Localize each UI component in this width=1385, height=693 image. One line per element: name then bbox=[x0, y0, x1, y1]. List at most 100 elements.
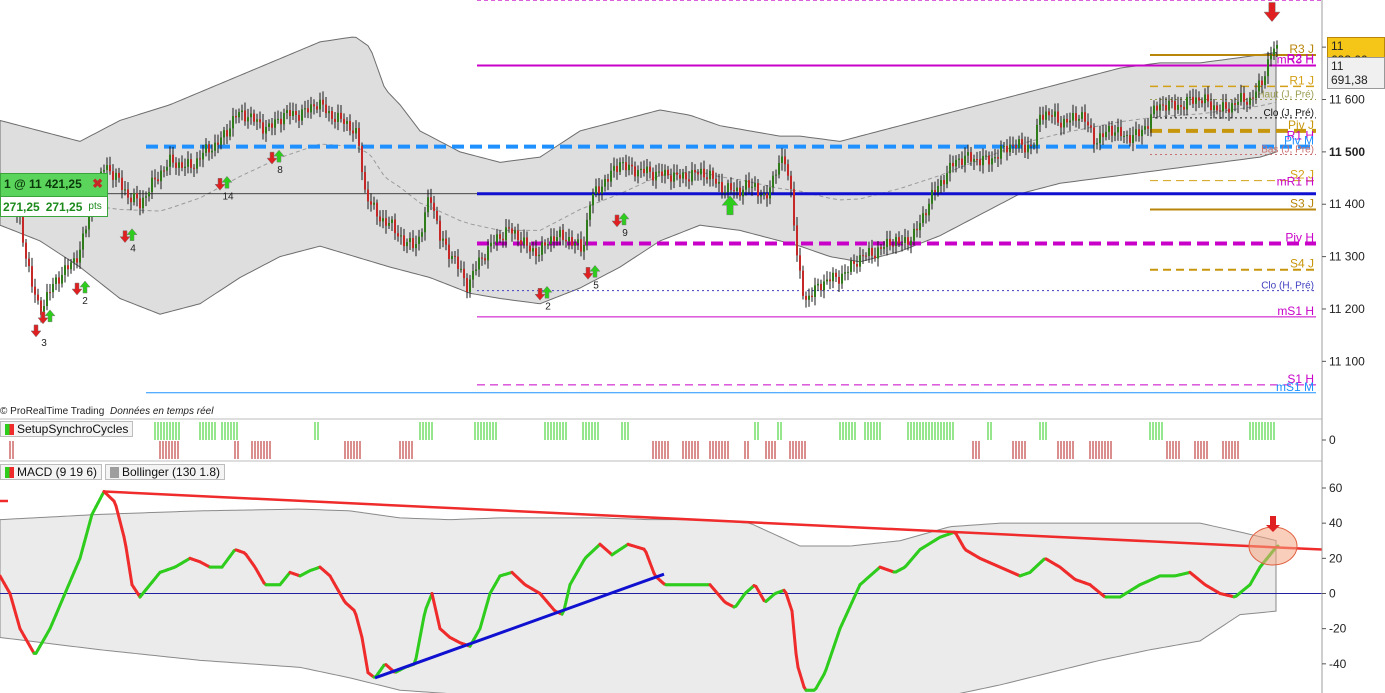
candle-down bbox=[820, 283, 822, 291]
level-label: mR1 H bbox=[1277, 174, 1314, 188]
candle-up bbox=[985, 155, 987, 157]
candle-up bbox=[103, 169, 105, 172]
candle-up bbox=[250, 113, 252, 118]
candle-up bbox=[781, 156, 783, 163]
candle-up bbox=[964, 155, 966, 165]
candle-up bbox=[1072, 113, 1074, 121]
macd-line-segment bbox=[124, 545, 130, 562]
candle-up bbox=[589, 205, 591, 220]
axis-tick-label: -20 bbox=[1329, 622, 1347, 636]
candle-up bbox=[490, 242, 492, 247]
candle-up bbox=[505, 227, 507, 241]
candle-up bbox=[955, 159, 957, 167]
candle-down bbox=[829, 279, 831, 282]
candle-up bbox=[1249, 97, 1251, 105]
candle-down bbox=[1183, 106, 1185, 110]
candle-down bbox=[889, 238, 891, 246]
candle-up bbox=[232, 116, 234, 129]
candle-down bbox=[685, 172, 687, 180]
close-position-icon[interactable]: ✖ bbox=[92, 176, 103, 192]
candle-up bbox=[760, 195, 762, 197]
candle-up bbox=[1063, 118, 1065, 128]
candle-down bbox=[271, 123, 273, 128]
candle-down bbox=[499, 234, 501, 239]
candle-down bbox=[979, 159, 981, 166]
bollinger-label[interactable]: Bollinger (130 1.8) bbox=[105, 464, 226, 480]
candle-up bbox=[1000, 146, 1002, 159]
candle-up bbox=[1186, 96, 1188, 110]
candle-up bbox=[1027, 144, 1029, 153]
candle-up bbox=[274, 119, 276, 128]
candle-up bbox=[736, 187, 738, 192]
candle-up bbox=[745, 180, 747, 190]
candle-up bbox=[1009, 144, 1011, 153]
signal-label: 9 bbox=[622, 228, 628, 239]
candle-up bbox=[406, 242, 408, 247]
candle-down bbox=[793, 188, 795, 226]
candle-down bbox=[259, 119, 261, 123]
candle-down bbox=[517, 230, 519, 241]
candle-up bbox=[1144, 126, 1146, 130]
candle-up bbox=[151, 177, 153, 193]
candle-up bbox=[937, 186, 939, 193]
position-box[interactable]: 1 @ 11 421,25 ✖ 271,25 271,25 pts bbox=[0, 173, 108, 217]
candle-up bbox=[223, 130, 225, 138]
candle-down bbox=[1006, 145, 1008, 153]
candle-down bbox=[652, 171, 654, 181]
candle-down bbox=[688, 179, 690, 182]
candle-down bbox=[466, 278, 468, 292]
candle-up bbox=[1276, 44, 1278, 49]
candle-up bbox=[1177, 104, 1179, 110]
candle-down bbox=[385, 218, 387, 226]
candle-down bbox=[412, 238, 414, 249]
candle-up bbox=[1081, 112, 1083, 119]
candle-down bbox=[280, 118, 282, 125]
level-label: Clo (H, Pré) bbox=[1261, 281, 1314, 292]
candle-down bbox=[1192, 96, 1194, 104]
candle-up bbox=[601, 186, 603, 194]
candle-down bbox=[997, 157, 999, 159]
candle-down bbox=[190, 159, 192, 168]
candle-down bbox=[943, 180, 945, 185]
macd-label[interactable]: MACD (9 19 6) bbox=[0, 464, 103, 480]
candle-down bbox=[22, 216, 24, 243]
candle-down bbox=[853, 260, 855, 264]
candle-down bbox=[679, 174, 681, 179]
candle-up bbox=[640, 168, 642, 170]
candle-down bbox=[1243, 93, 1245, 102]
candle-up bbox=[73, 258, 75, 263]
candle-down bbox=[1093, 127, 1095, 145]
candle-down bbox=[976, 159, 978, 161]
candle-down bbox=[1198, 97, 1200, 101]
candle-up bbox=[160, 170, 162, 182]
candle-up bbox=[763, 193, 765, 196]
signal-label: 3 bbox=[41, 338, 47, 349]
candle-down bbox=[1024, 144, 1026, 153]
candle-down bbox=[1171, 100, 1173, 102]
axis-tick-label: 60 bbox=[1329, 481, 1343, 495]
setup-label[interactable]: SetupSynchroCycles bbox=[0, 421, 134, 437]
candle-up bbox=[886, 238, 888, 248]
candle-up bbox=[595, 186, 597, 194]
candle-down bbox=[217, 142, 219, 145]
candle-up bbox=[52, 283, 54, 293]
candle-down bbox=[433, 202, 435, 211]
candle-up bbox=[1231, 103, 1233, 113]
candle-down bbox=[874, 255, 876, 259]
candle-up bbox=[82, 233, 84, 250]
candle-down bbox=[313, 104, 315, 107]
candle-down bbox=[721, 181, 723, 193]
candle-up bbox=[940, 180, 942, 187]
candle-up bbox=[346, 120, 348, 124]
axis-tick-label: 0 bbox=[1329, 587, 1336, 601]
macd-line-segment bbox=[126, 558, 132, 574]
candle-down bbox=[49, 292, 51, 294]
candle-up bbox=[913, 228, 915, 241]
macd-line-segment bbox=[128, 570, 134, 587]
candle-up bbox=[148, 192, 150, 197]
candle-down bbox=[226, 130, 228, 137]
candle-up bbox=[133, 193, 135, 203]
candle-down bbox=[364, 172, 366, 190]
axis-tick-label: 40 bbox=[1329, 516, 1343, 530]
candle-up bbox=[982, 156, 984, 166]
